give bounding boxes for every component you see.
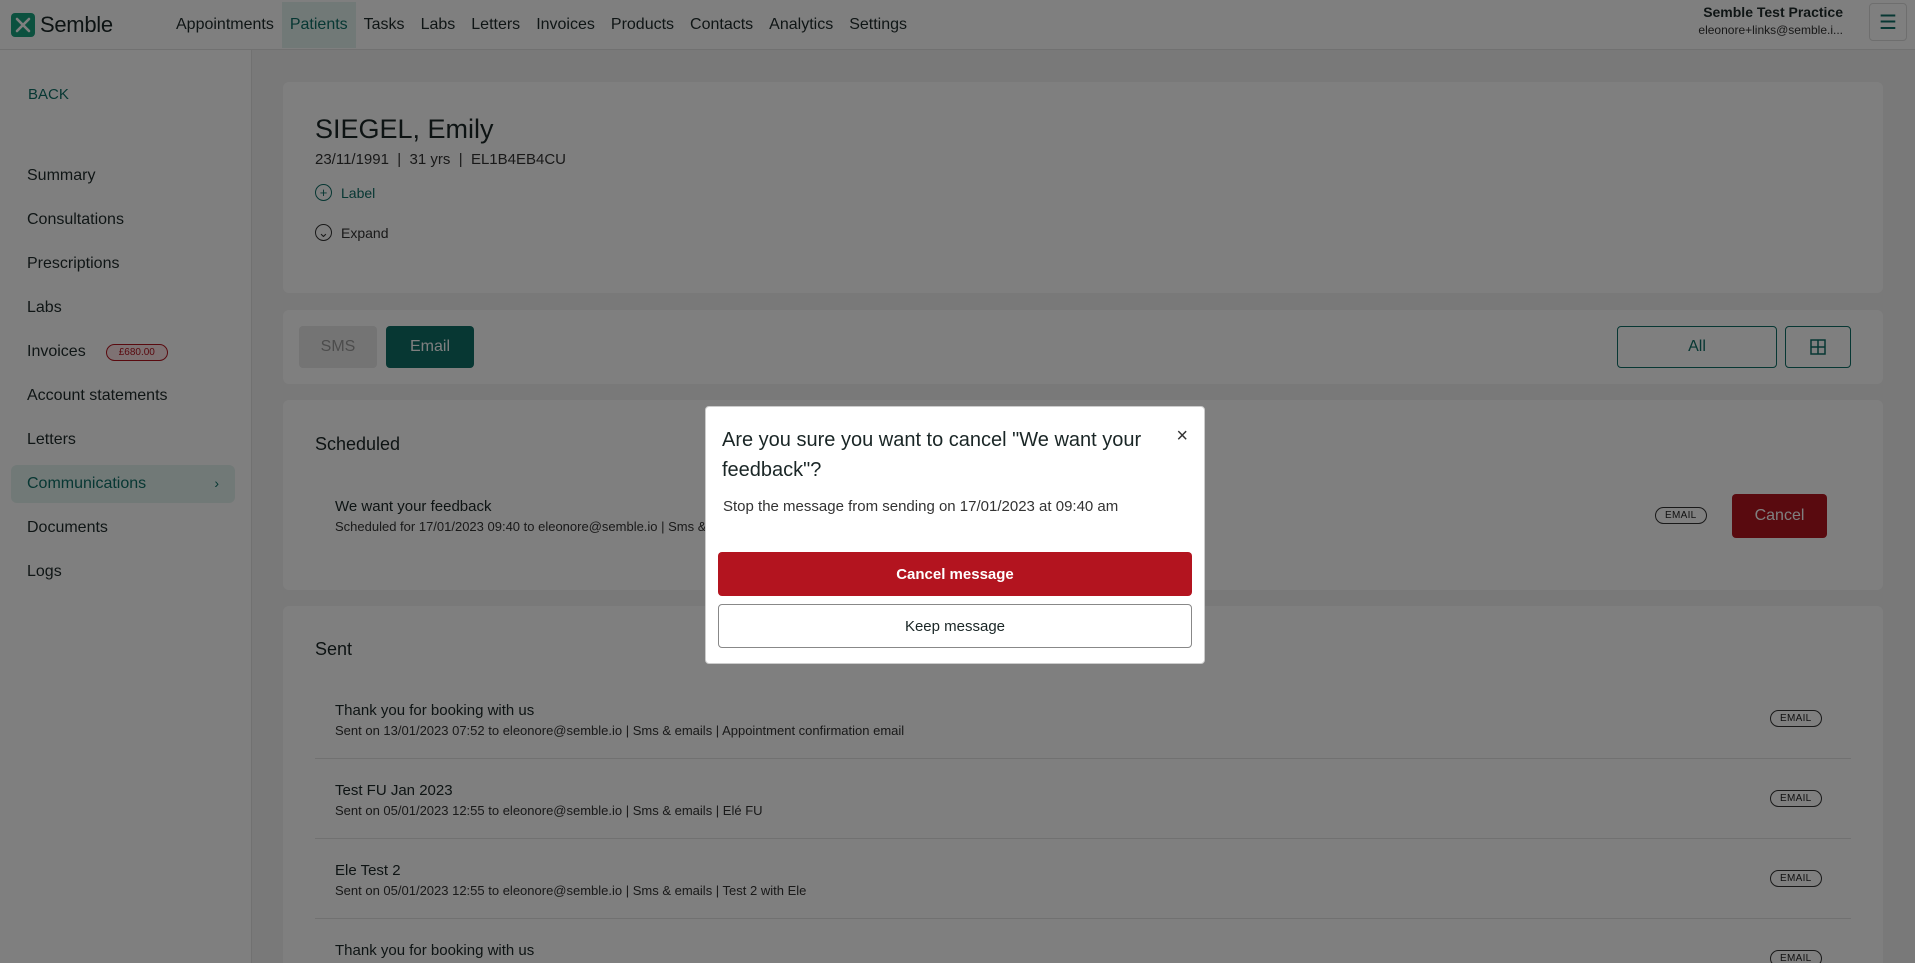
close-icon[interactable]: × xyxy=(1176,425,1188,448)
keep-message-button[interactable]: Keep message xyxy=(718,604,1192,648)
dialog-title: Are you sure you want to cancel "We want… xyxy=(722,429,1142,481)
cancel-message-dialog: Are you sure you want to cancel "We want… xyxy=(705,406,1205,664)
dialog-body: Stop the message from sending on 17/01/2… xyxy=(723,498,1119,515)
cancel-message-button[interactable]: Cancel message xyxy=(718,552,1192,596)
